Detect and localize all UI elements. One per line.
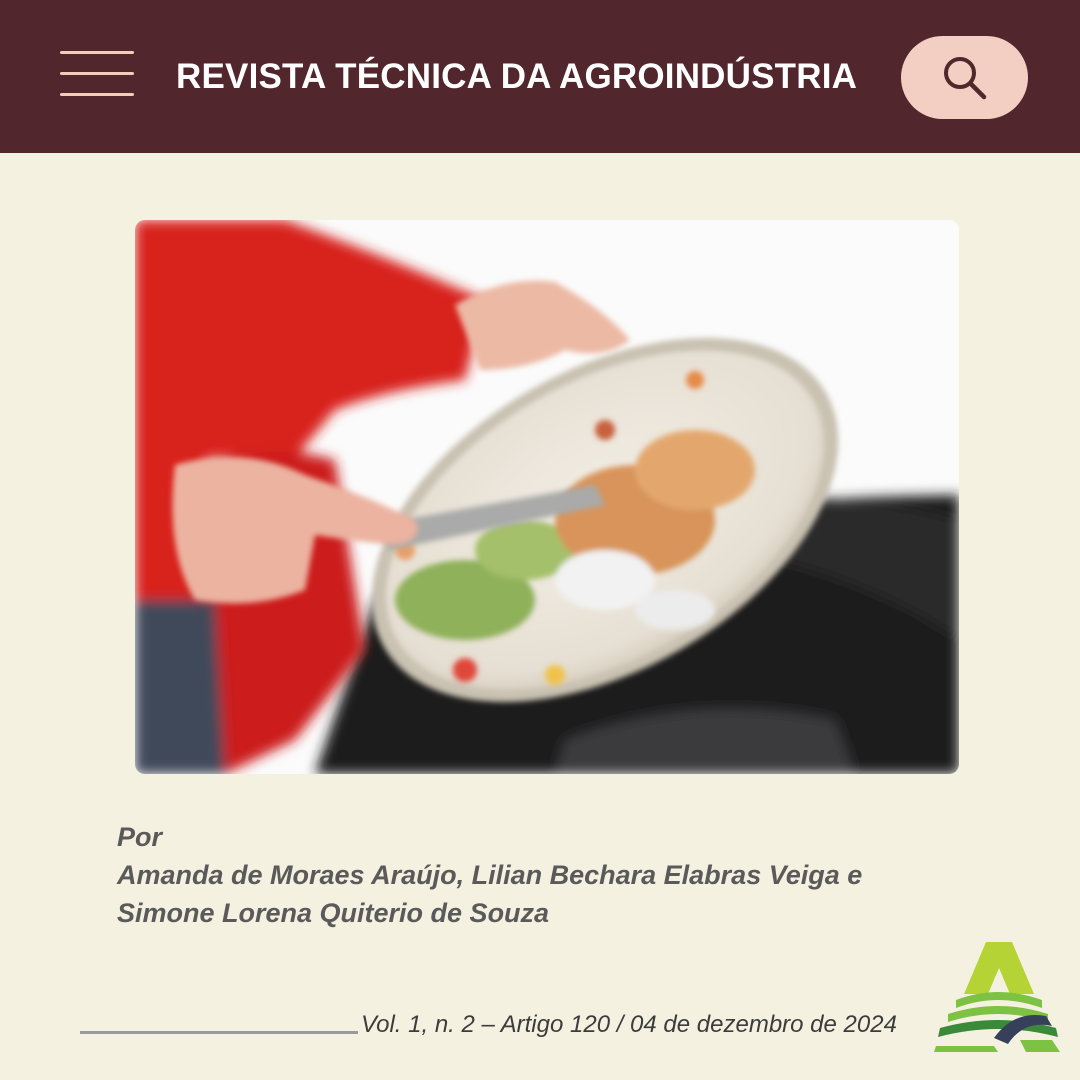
author-byline: Por Amanda de Moraes Araújo, Lilian Bech…: [117, 818, 997, 932]
site-title[interactable]: REVISTA TÉCNICA DA AGROINDÚSTRIA: [176, 54, 876, 100]
footer-divider: [80, 1031, 358, 1034]
menu-bar-middle: [60, 72, 134, 75]
menu-bar-bottom: [60, 93, 134, 96]
byline-prefix: Por: [117, 822, 163, 852]
page: REVISTA TÉCNICA DA AGROINDÚSTRIA Por Ama…: [0, 0, 1080, 1080]
search-icon: [944, 57, 987, 100]
byline-authors-line-2: Simone Lorena Quiterio de Souza: [117, 898, 550, 928]
header-bar: REVISTA TÉCNICA DA AGROINDÚSTRIA: [0, 0, 1080, 153]
issue-citation: Vol. 1, n. 2 – Artigo 120 / 04 de dezemb…: [361, 1011, 897, 1038]
hamburger-menu-icon: [60, 51, 134, 54]
food-waste-photo: [135, 220, 959, 774]
article-image: [135, 220, 959, 774]
search-button[interactable]: [901, 36, 1028, 119]
byline-authors-line-1: Amanda de Moraes Araújo, Lilian Bechara …: [117, 860, 863, 890]
agro-a-logo-icon: [934, 942, 1060, 1052]
menu-button[interactable]: [56, 46, 138, 102]
